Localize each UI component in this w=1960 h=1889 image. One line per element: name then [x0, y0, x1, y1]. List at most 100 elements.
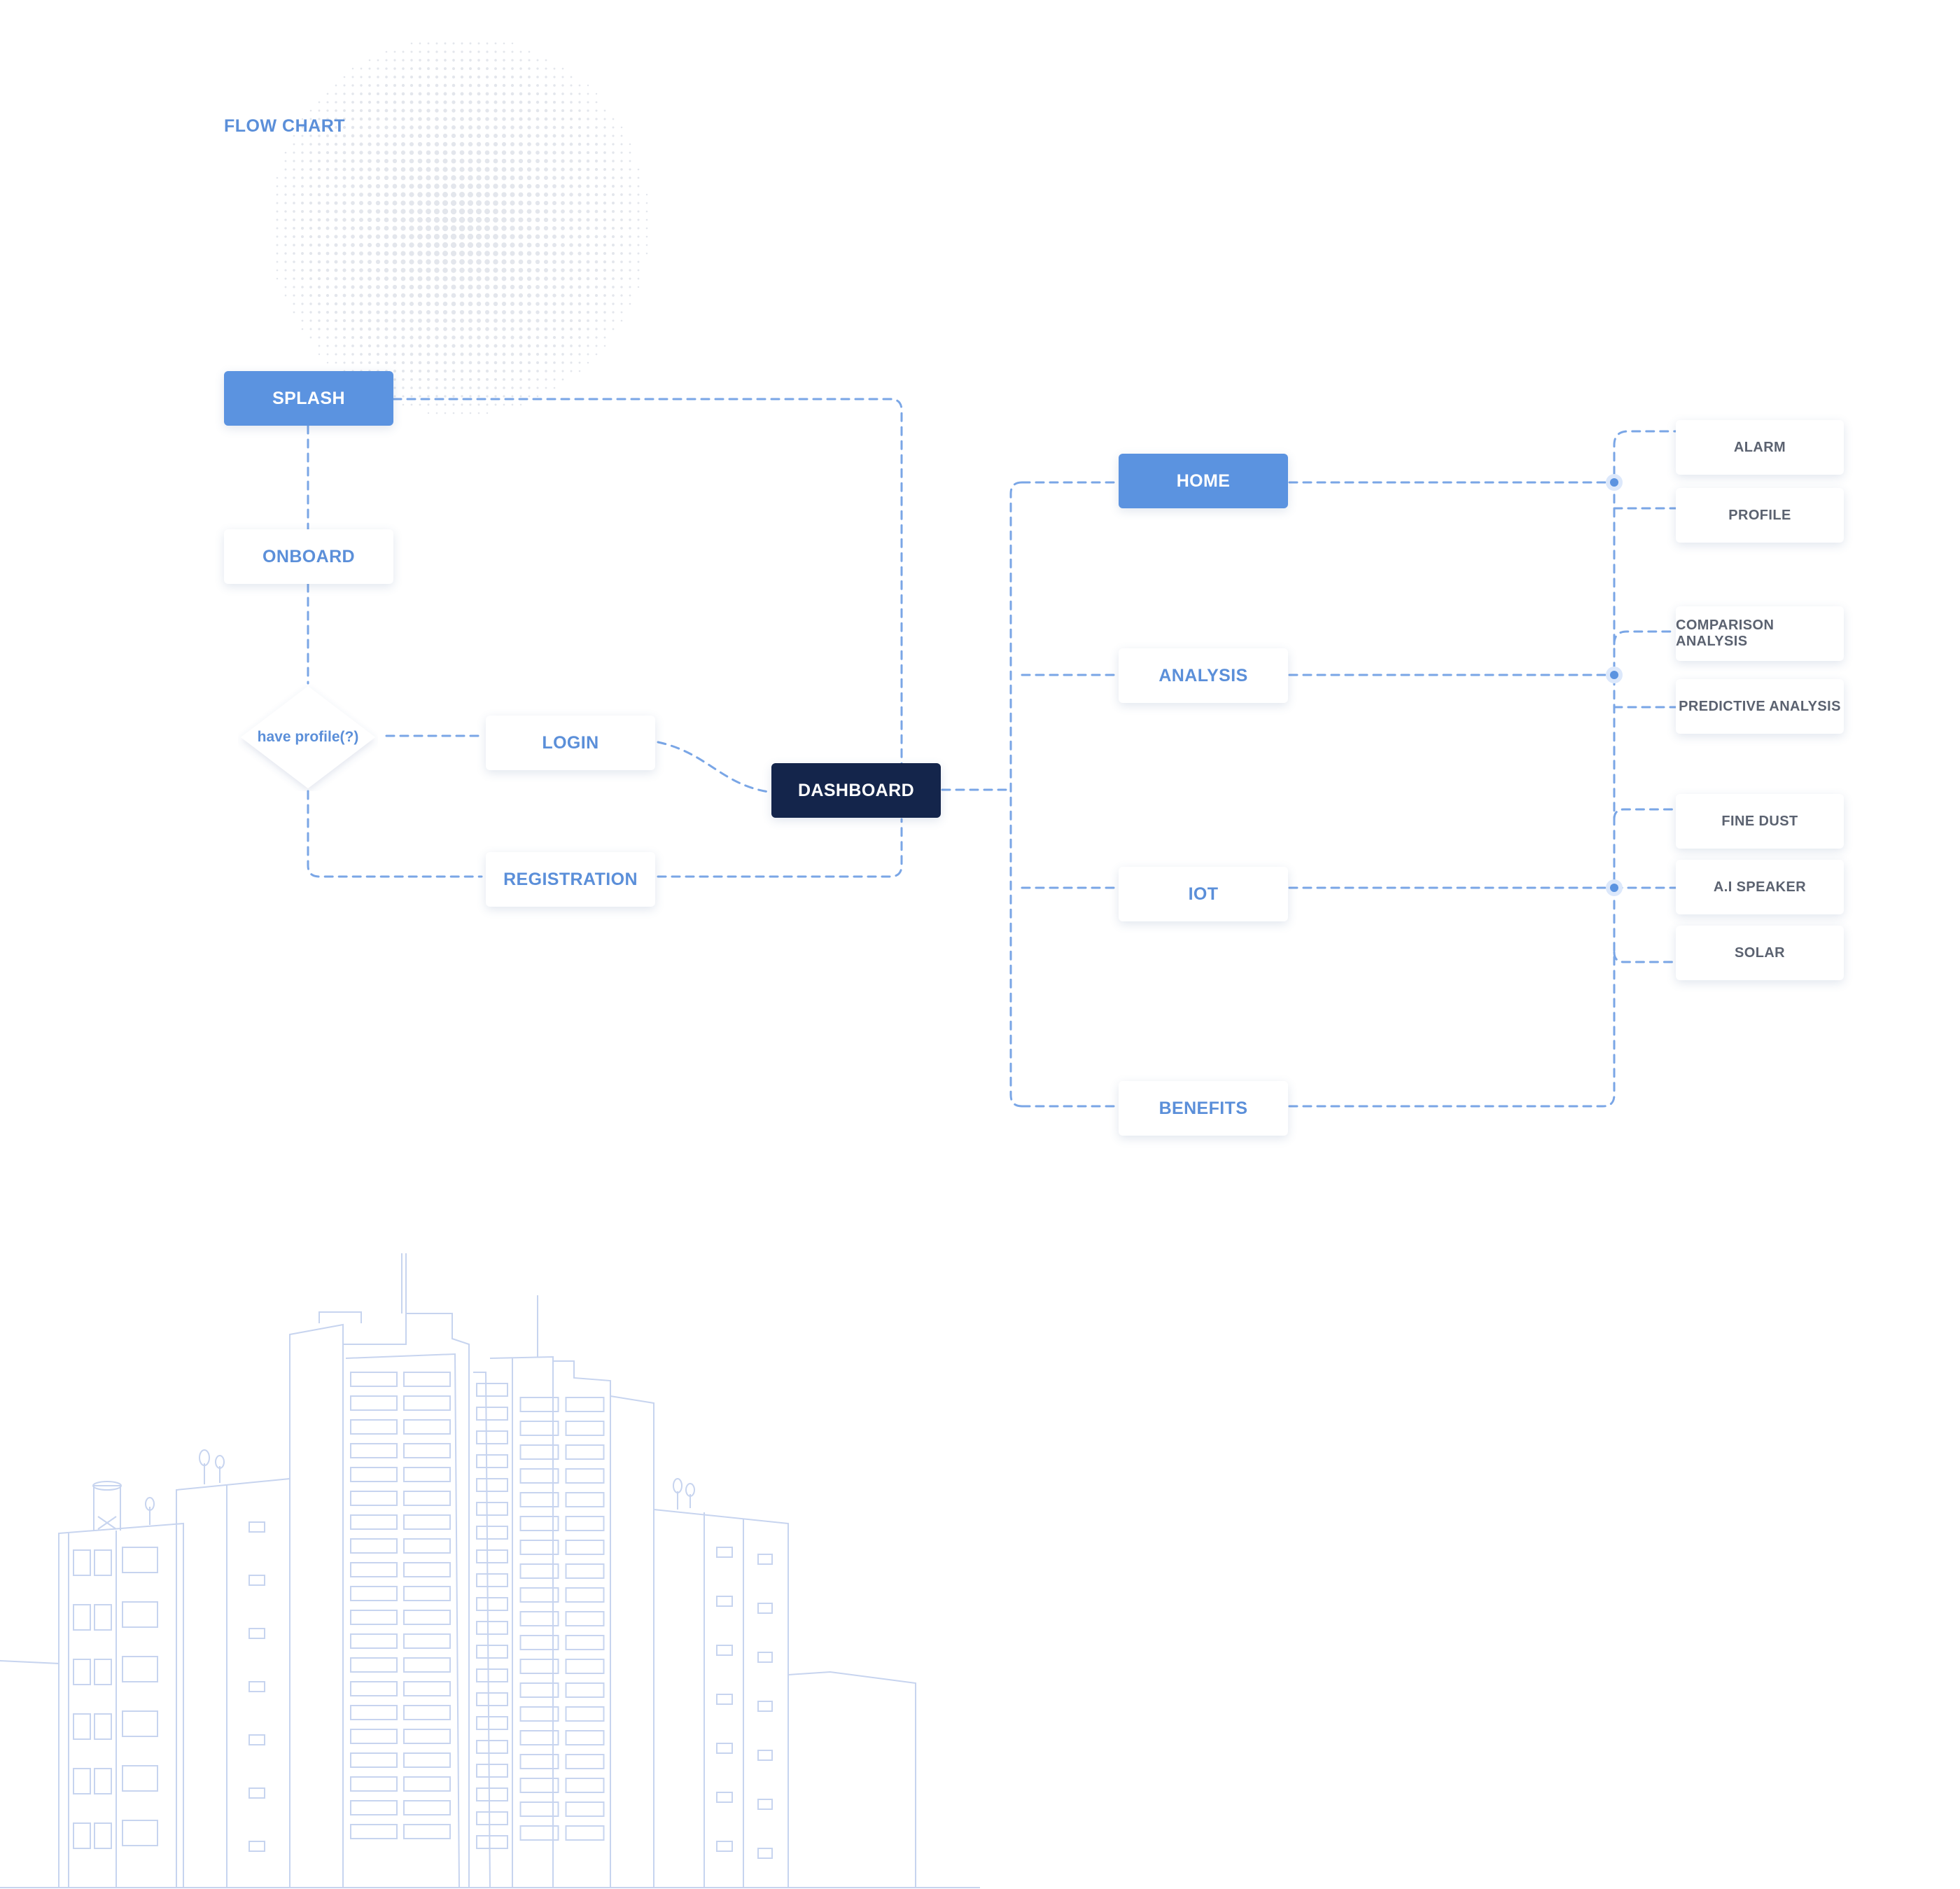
- building-window: [716, 1596, 733, 1607]
- building-window: [476, 1502, 508, 1516]
- building-window: [757, 1603, 773, 1614]
- building-window: [350, 1372, 398, 1387]
- building-window: [403, 1800, 451, 1815]
- building-window: [757, 1701, 773, 1712]
- building-window: [403, 1395, 451, 1411]
- building-window: [476, 1383, 508, 1397]
- building-window: [350, 1824, 398, 1839]
- building-window: [716, 1841, 733, 1852]
- building-window: [716, 1694, 733, 1705]
- building-window: [350, 1419, 398, 1435]
- building-window: [122, 1601, 158, 1628]
- building-window: [716, 1792, 733, 1803]
- building-window: [757, 1799, 773, 1810]
- building-window: [476, 1692, 508, 1706]
- building-window: [94, 1549, 112, 1576]
- building-window: [122, 1820, 158, 1846]
- building-window: [565, 1540, 605, 1555]
- building-window: [350, 1800, 398, 1815]
- building-window: [476, 1478, 508, 1492]
- building-window: [476, 1407, 508, 1421]
- building-window: [403, 1681, 451, 1696]
- building-window: [565, 1706, 605, 1722]
- building-window: [565, 1730, 605, 1745]
- building-window: [94, 1822, 112, 1849]
- building-window: [565, 1421, 605, 1436]
- building-window: [403, 1538, 451, 1554]
- building-window: [565, 1659, 605, 1674]
- building-window: [248, 1628, 265, 1639]
- building-window: [476, 1740, 508, 1754]
- building-window: [403, 1562, 451, 1577]
- building-window: [403, 1514, 451, 1530]
- building-window: [565, 1516, 605, 1531]
- building-window: [476, 1430, 508, 1444]
- building-window: [403, 1372, 451, 1387]
- building-window: [403, 1657, 451, 1673]
- building-window: [403, 1491, 451, 1506]
- building-window: [248, 1787, 265, 1799]
- building-window: [757, 1848, 773, 1859]
- building-window: [476, 1597, 508, 1611]
- building-window: [73, 1713, 91, 1740]
- building-window: [565, 1587, 605, 1603]
- building-window: [565, 1563, 605, 1579]
- building-window: [248, 1521, 265, 1533]
- building-window: [716, 1645, 733, 1656]
- building-window: [565, 1468, 605, 1484]
- building-window: [403, 1586, 451, 1601]
- building-window: [73, 1768, 91, 1794]
- building-window: [73, 1604, 91, 1631]
- building-window: [350, 1395, 398, 1411]
- building-window: [565, 1397, 605, 1412]
- building-window: [122, 1656, 158, 1682]
- building-window: [350, 1729, 398, 1744]
- building-window: [350, 1657, 398, 1673]
- building-window: [476, 1668, 508, 1682]
- building-window: [350, 1538, 398, 1554]
- building-window: [350, 1491, 398, 1506]
- building-window: [757, 1652, 773, 1663]
- building-window: [403, 1824, 451, 1839]
- building-window: [476, 1811, 508, 1825]
- building-window: [476, 1716, 508, 1730]
- building-window: [73, 1822, 91, 1849]
- building-window: [350, 1633, 398, 1649]
- building-window: [403, 1776, 451, 1792]
- building-window: [565, 1682, 605, 1698]
- building-window: [476, 1645, 508, 1659]
- building-window: [476, 1454, 508, 1468]
- building-window: [476, 1835, 508, 1849]
- building-window: [565, 1444, 605, 1460]
- building-window: [757, 1750, 773, 1761]
- building-window: [248, 1681, 265, 1692]
- building-window: [403, 1633, 451, 1649]
- building-window: [565, 1825, 605, 1841]
- building-window: [476, 1621, 508, 1635]
- building-window: [122, 1547, 158, 1573]
- building-window: [565, 1778, 605, 1793]
- building-window: [565, 1492, 605, 1507]
- building-window: [403, 1752, 451, 1768]
- building-window: [716, 1547, 733, 1558]
- building-window: [122, 1765, 158, 1792]
- building-window: [94, 1604, 112, 1631]
- building-window: [94, 1768, 112, 1794]
- building-window: [248, 1734, 265, 1745]
- building-window: [757, 1554, 773, 1565]
- building-window: [94, 1713, 112, 1740]
- building-window: [350, 1443, 398, 1458]
- building-window: [403, 1419, 451, 1435]
- building-window: [350, 1610, 398, 1625]
- building-window: [122, 1710, 158, 1737]
- building-window: [350, 1467, 398, 1482]
- building-window: [403, 1467, 451, 1482]
- building-window: [403, 1610, 451, 1625]
- building-window: [350, 1562, 398, 1577]
- flow-chart-canvas: FLOW CHART SPLASH ONBOARD have profile(?…: [0, 0, 1960, 1889]
- building-window: [476, 1549, 508, 1563]
- building-window: [476, 1764, 508, 1778]
- building-window: [248, 1575, 265, 1586]
- building-window: [565, 1801, 605, 1817]
- building-window: [94, 1659, 112, 1685]
